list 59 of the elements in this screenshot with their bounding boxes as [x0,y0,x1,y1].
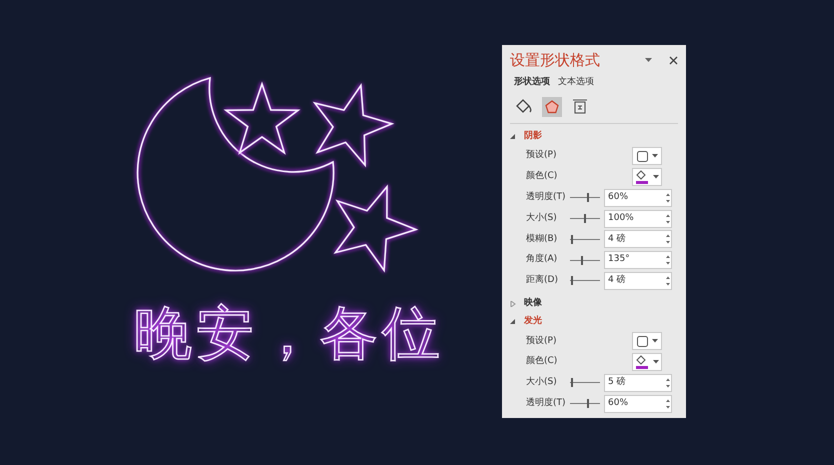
pane-tab[interactable]: 形状选项 [510,76,554,89]
section-title[interactable]: 阴影 [524,130,542,144]
field-label: 颜色(C) [526,170,558,184]
spin-field[interactable]: 60% [604,394,672,413]
field-label: 透明度(T) [526,396,566,410]
pane-tab[interactable]: 文本选项 [554,76,598,89]
headline: 晚安，各位 [134,302,445,366]
spin-field[interactable]: 5 磅 [604,374,672,392]
slider-thumb[interactable] [586,193,589,202]
square-icon [636,150,648,162]
spinner-icon[interactable] [665,192,671,204]
spinner-icon[interactable] [665,274,671,287]
field-label: 距离(D) [526,274,559,288]
spin-field[interactable]: 100% [604,210,672,228]
slider-thumb[interactable] [571,378,574,388]
preset-dropdown[interactable] [632,332,662,350]
spin-field[interactable]: 60% [604,188,672,207]
slider-track[interactable] [570,234,600,244]
caret-icon [652,154,658,158]
pane-title: 设置形状格式 [510,50,601,71]
slider-track[interactable] [570,193,600,202]
spinner-icon[interactable] [665,398,671,410]
spin-field[interactable]: 4 磅 [604,272,672,290]
field-label: 模糊(B) [526,232,558,246]
section-title[interactable]: 发光 [524,315,542,329]
field-label: 预设(P) [526,334,558,348]
field-label: 角度(A) [526,253,558,266]
spinner-icon[interactable] [665,376,671,389]
slider-thumb[interactable] [571,234,574,244]
slider-thumb[interactable] [580,256,583,265]
slider-thumb[interactable] [571,276,574,286]
slider-track[interactable] [570,256,600,265]
color-dropdown[interactable] [632,168,662,186]
spin-field[interactable]: 4 磅 [604,230,672,248]
close-icon[interactable] [669,56,678,65]
caret-icon [653,174,659,179]
color-dropdown[interactable] [632,353,662,372]
slider-thumb[interactable] [586,399,589,408]
caret-icon [652,339,658,344]
slider-track[interactable] [570,399,600,408]
field-label: 预设(P) [526,149,558,162]
spinner-icon[interactable] [665,254,671,266]
dropdown-icon[interactable] [645,58,653,63]
field-label: 颜色(C) [526,355,558,368]
preset-dropdown[interactable] [632,147,662,166]
field-label: 大小(S) [526,376,558,390]
expanded-icon[interactable] [510,318,516,325]
square-icon [636,336,648,347]
slider-track[interactable] [570,276,600,286]
slider-track[interactable] [570,378,600,388]
field-label: 透明度(T) [526,191,566,204]
section-title[interactable]: 映像 [524,297,542,311]
caret-icon [653,360,659,364]
spinner-icon[interactable] [665,233,671,246]
spinner-icon[interactable] [665,212,671,225]
slider-track[interactable] [570,214,600,224]
spin-field[interactable]: 135° [604,251,672,270]
field-label: 大小(S) [526,212,558,225]
expanded-icon[interactable] [510,134,516,140]
